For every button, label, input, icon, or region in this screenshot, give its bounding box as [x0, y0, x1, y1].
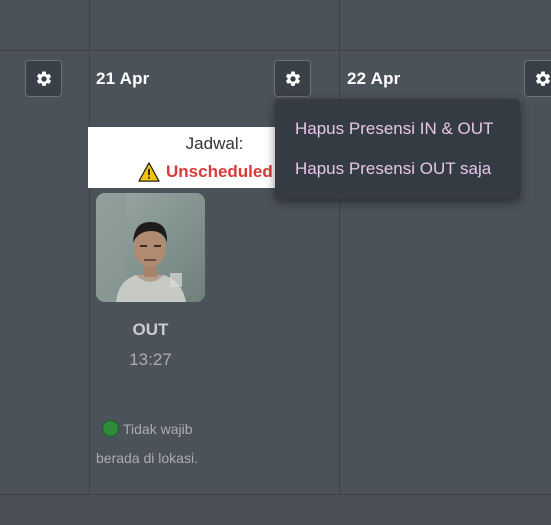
status-dot-icon: [102, 420, 119, 437]
day-label-21-apr: 21 Apr: [96, 69, 150, 88]
column-divider: [89, 0, 90, 494]
day-label-22-apr: 22 Apr: [347, 69, 401, 88]
schedule-status: Unscheduled: [138, 162, 273, 182]
gear-icon: [36, 70, 51, 86]
column-divider: [339, 0, 340, 494]
settings-dropdown-menu: Hapus Presensi IN & OUT Hapus Presensi O…: [275, 99, 520, 199]
settings-button-22-apr[interactable]: [524, 60, 551, 97]
schedule-box: Jadwal: Unscheduled: [88, 127, 288, 188]
attendance-time: 13:27: [129, 350, 172, 369]
warning-icon: [138, 162, 160, 182]
settings-button[interactable]: [25, 60, 62, 97]
schedule-status-text: Unscheduled: [166, 162, 273, 181]
menu-item-delete-in-out[interactable]: Hapus Presensi IN & OUT: [275, 109, 520, 149]
attendance-type: OUT: [132, 320, 169, 339]
schedule-title: Jadwal:: [185, 134, 244, 153]
selfie-image: [96, 193, 205, 302]
attendance-calendar: 21 Apr 22 Apr Jadwal: Unscheduled OUT 13…: [0, 0, 551, 525]
location-note: Tidak wajib berada di lokasi.: [96, 415, 226, 473]
attendance-photo[interactable]: [96, 193, 205, 302]
calendar-header-band: [0, 0, 551, 51]
gear-icon: [535, 70, 550, 86]
settings-button-21-apr[interactable]: [274, 60, 311, 97]
calendar-footer-band: [0, 494, 551, 525]
menu-item-delete-out-only[interactable]: Hapus Presensi OUT saja: [275, 149, 520, 189]
gear-icon: [285, 70, 300, 86]
